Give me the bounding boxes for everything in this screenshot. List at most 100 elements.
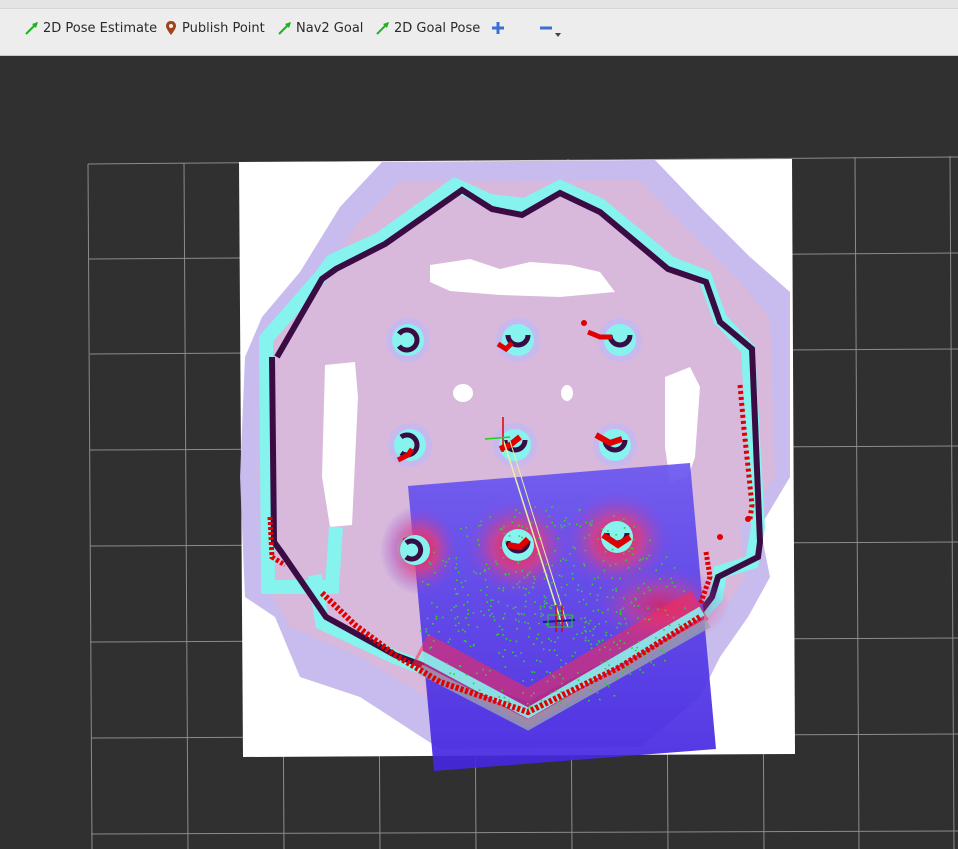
particle xyxy=(489,516,491,518)
particle xyxy=(466,535,469,538)
particle xyxy=(438,630,440,633)
particle xyxy=(486,586,489,588)
3d-render-view[interactable] xyxy=(0,57,958,849)
particle xyxy=(560,702,562,704)
particle xyxy=(553,649,556,651)
rviz-toolbar: 2D Pose Estimate Publish Point Nav2 Goal… xyxy=(0,0,958,56)
particle xyxy=(667,640,669,642)
particle xyxy=(565,662,567,665)
particle xyxy=(476,672,478,675)
particle xyxy=(485,674,487,676)
particle xyxy=(501,689,503,692)
particle xyxy=(597,609,599,611)
tool-2d-pose-estimate[interactable]: 2D Pose Estimate xyxy=(24,17,157,39)
particle xyxy=(545,563,548,566)
particle xyxy=(557,617,559,620)
add-tool-button[interactable] xyxy=(490,17,509,39)
particle xyxy=(541,641,543,644)
particle xyxy=(605,631,608,634)
particle xyxy=(557,537,560,540)
particle xyxy=(484,568,486,571)
particle xyxy=(546,525,548,528)
particle xyxy=(435,618,438,620)
particle xyxy=(532,586,534,589)
particle xyxy=(551,604,553,606)
particle xyxy=(598,623,600,625)
particle xyxy=(594,685,597,687)
particle xyxy=(524,621,526,624)
particle xyxy=(664,659,666,662)
particle xyxy=(523,660,525,663)
particle xyxy=(564,594,567,596)
particle xyxy=(589,619,592,622)
particle xyxy=(592,610,595,612)
particle xyxy=(427,634,430,636)
particle xyxy=(538,537,540,540)
particle xyxy=(587,639,590,642)
particle xyxy=(637,587,640,590)
particle xyxy=(554,641,556,643)
particle xyxy=(527,622,529,625)
particle xyxy=(515,618,517,621)
particle xyxy=(622,607,625,610)
particle xyxy=(631,647,633,649)
particle xyxy=(598,641,601,644)
particle xyxy=(573,564,575,567)
particle xyxy=(524,605,527,608)
particle xyxy=(591,583,594,586)
particle xyxy=(568,523,571,525)
particle xyxy=(498,652,500,654)
particle xyxy=(555,690,557,692)
particle xyxy=(517,560,520,563)
particle xyxy=(455,579,458,581)
particle xyxy=(594,625,596,628)
particle xyxy=(518,613,520,616)
particle xyxy=(540,699,543,702)
particle xyxy=(503,532,505,535)
particle xyxy=(585,603,588,606)
particle xyxy=(558,673,561,676)
particle xyxy=(605,621,607,623)
particle xyxy=(546,671,548,673)
particle xyxy=(455,563,458,565)
particle xyxy=(577,672,579,674)
particle xyxy=(549,671,551,674)
particle xyxy=(480,589,482,592)
particle xyxy=(515,509,517,511)
particle xyxy=(548,649,551,651)
remove-tool-button[interactable] xyxy=(538,17,561,39)
particle xyxy=(540,612,543,615)
tool-label: 2D Goal Pose xyxy=(394,20,481,36)
particle xyxy=(672,616,675,619)
particle xyxy=(543,595,546,597)
particle xyxy=(623,642,626,644)
particle xyxy=(599,698,601,701)
particle xyxy=(650,661,652,664)
particle xyxy=(476,626,479,628)
tool-label: 2D Pose Estimate xyxy=(43,20,158,36)
particle xyxy=(465,526,468,529)
particle xyxy=(444,565,447,567)
particle xyxy=(550,607,552,610)
tool-2d-goal-pose[interactable]: 2D Goal Pose xyxy=(375,17,480,39)
particle xyxy=(426,617,429,620)
particle xyxy=(593,577,596,580)
particle xyxy=(566,583,568,586)
particle xyxy=(518,620,520,623)
particle xyxy=(635,598,637,601)
particle xyxy=(571,572,574,575)
particle xyxy=(579,508,581,511)
particle xyxy=(536,637,538,640)
particle xyxy=(475,572,478,575)
particle xyxy=(530,694,533,697)
particle xyxy=(449,638,451,641)
tool-label: Publish Point xyxy=(182,20,265,36)
particle xyxy=(498,587,500,590)
particle xyxy=(548,515,551,518)
particle xyxy=(537,633,540,636)
tool-publish-point[interactable]: Publish Point xyxy=(163,17,265,39)
particle xyxy=(485,563,488,566)
particle xyxy=(544,603,546,605)
particle xyxy=(655,637,657,639)
tool-nav2-goal[interactable]: Nav2 Goal xyxy=(277,17,363,39)
